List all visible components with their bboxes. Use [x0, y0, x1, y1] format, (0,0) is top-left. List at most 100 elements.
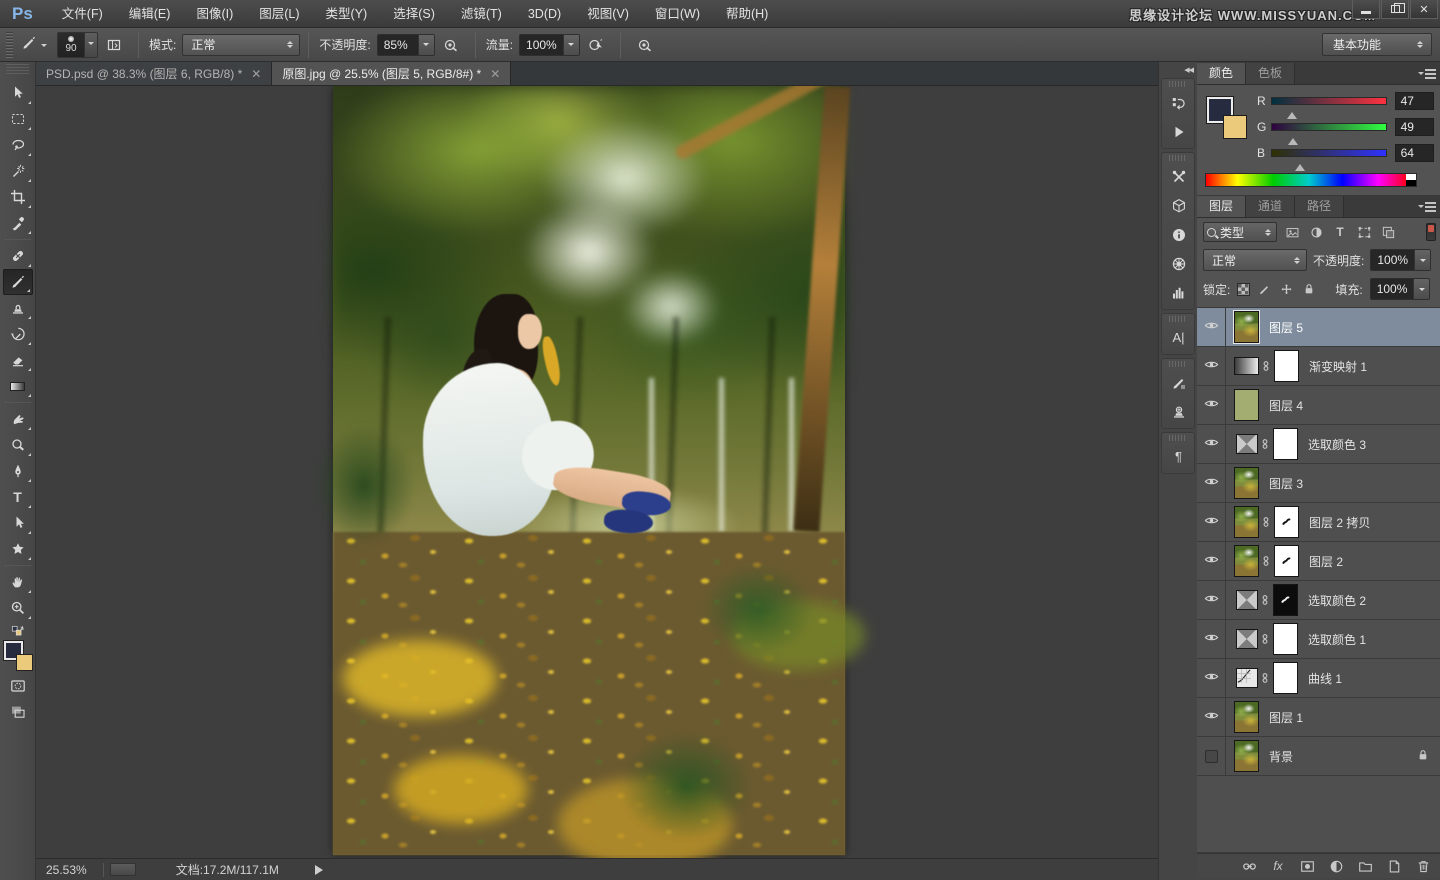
channel-slider[interactable]	[1271, 149, 1387, 157]
new-group-button[interactable]	[1354, 856, 1376, 876]
menu-item-6[interactable]: 选择(S)	[380, 0, 448, 27]
shape-filter-icon[interactable]	[1354, 222, 1374, 242]
close-button[interactable]: ✕	[1410, 0, 1438, 19]
layer-row[interactable]: 图层 2 拷贝	[1197, 503, 1440, 542]
fill-dropdown-arrow[interactable]	[1413, 279, 1429, 299]
layer-mask-thumbnail[interactable]	[1273, 623, 1298, 655]
channel-slider[interactable]	[1271, 123, 1387, 131]
workspace-switcher[interactable]: 基本功能	[1322, 33, 1432, 56]
panel-icon-paragraph[interactable]: ¶	[1162, 442, 1195, 471]
layer-visibility-toggle[interactable]	[1197, 581, 1226, 619]
lasso-tool[interactable]	[3, 132, 33, 158]
restore-button[interactable]	[1381, 0, 1409, 19]
menu-item-3[interactable]: 图像(I)	[183, 0, 246, 27]
screen-mode-button[interactable]	[3, 699, 33, 725]
layer-row[interactable]: 背景	[1197, 737, 1440, 776]
layer-mask-thumbnail[interactable]	[1273, 428, 1298, 460]
layer-thumbnail[interactable]	[1234, 701, 1259, 733]
panel-icon-histogram[interactable]	[1162, 278, 1195, 307]
pen-tool[interactable]	[3, 458, 33, 484]
layer-visibility-toggle[interactable]	[1197, 659, 1226, 697]
gradient-tool[interactable]	[3, 373, 33, 399]
tab-paths[interactable]: 路径	[1295, 196, 1344, 217]
channel-value[interactable]: 49	[1395, 118, 1434, 136]
layer-thumbnail[interactable]	[1236, 590, 1258, 610]
tab-channels[interactable]: 通道	[1246, 196, 1295, 217]
new-layer-button[interactable]	[1383, 856, 1405, 876]
panel-icon-actions[interactable]	[1162, 117, 1195, 146]
layer-visibility-toggle[interactable]	[1197, 542, 1226, 580]
panel-menu-icon[interactable]	[1418, 68, 1436, 80]
history-brush-tool[interactable]	[3, 321, 33, 347]
color-spectrum-ramp[interactable]	[1205, 173, 1417, 187]
menu-item-2[interactable]: 编辑(E)	[116, 0, 184, 27]
adjustment-filter-icon[interactable]	[1306, 222, 1326, 242]
filter-toggle-switch[interactable]	[1426, 223, 1436, 241]
canvas-area[interactable]	[36, 86, 1158, 858]
zoom-tool[interactable]	[3, 595, 33, 621]
layer-row[interactable]: 选取颜色 1	[1197, 620, 1440, 659]
slider-thumb-icon[interactable]	[1295, 159, 1305, 171]
layer-thumbnail[interactable]	[1234, 357, 1259, 375]
eraser-tool[interactable]	[3, 347, 33, 373]
crop-tool[interactable]	[3, 184, 33, 210]
new-adjustment-button[interactable]	[1325, 856, 1347, 876]
layer-filter-kind-select[interactable]: 类型	[1203, 222, 1277, 242]
layer-style-button[interactable]: fx	[1267, 856, 1289, 876]
pressure-size-icon[interactable]	[632, 33, 658, 57]
layer-mask-thumbnail[interactable]	[1273, 662, 1298, 694]
opacity-dropdown-arrow[interactable]	[418, 35, 434, 55]
background-color-swatch[interactable]	[16, 654, 33, 671]
layer-thumbnail[interactable]	[1234, 506, 1259, 538]
layer-blend-mode-select[interactable]: 正常	[1203, 249, 1307, 271]
layer-thumbnail[interactable]	[1236, 434, 1258, 454]
layer-thumbnail[interactable]	[1234, 311, 1259, 343]
panel-icon-history[interactable]	[1162, 88, 1195, 117]
channel-slider[interactable]	[1271, 97, 1387, 105]
menu-item-10[interactable]: 窗口(W)	[642, 0, 713, 27]
hand-tool[interactable]	[3, 569, 33, 595]
panel-icon-clone-source[interactable]	[1162, 397, 1195, 426]
tab-color[interactable]: 颜色	[1197, 63, 1246, 84]
layer-opacity-select[interactable]: 100%	[1370, 249, 1431, 271]
lock-position-icon[interactable]	[1279, 279, 1294, 299]
dodge-tool[interactable]	[3, 432, 33, 458]
layer-visibility-toggle[interactable]	[1197, 347, 1226, 385]
type-tool[interactable]: T	[3, 484, 33, 510]
minimize-button[interactable]	[1352, 0, 1380, 19]
layer-mask-thumbnail[interactable]	[1274, 545, 1299, 577]
layer-row[interactable]: 选取颜色 3	[1197, 425, 1440, 464]
channel-value[interactable]: 47	[1395, 92, 1434, 110]
rect-marquee-tool[interactable]	[3, 106, 33, 132]
menu-item-11[interactable]: 帮助(H)	[713, 0, 781, 27]
menu-item-8[interactable]: 3D(D)	[515, 0, 574, 27]
document-tab-2[interactable]: 原图.jpg @ 25.5% (图层 5, RGB/8#) *✕	[272, 62, 511, 85]
opacity-dropdown-arrow[interactable]	[1414, 250, 1430, 270]
layer-visibility-toggle[interactable]	[1197, 503, 1226, 541]
panel-icon-character[interactable]: A|	[1162, 323, 1195, 352]
tab-swatches[interactable]: 色板	[1246, 63, 1295, 84]
layer-fill-select[interactable]: 100%	[1370, 278, 1431, 300]
tab-close-icon[interactable]: ✕	[490, 67, 500, 81]
slider-thumb-icon[interactable]	[1287, 107, 1297, 119]
pressure-opacity-icon[interactable]	[438, 33, 464, 57]
slider-thumb-icon[interactable]	[1288, 133, 1298, 145]
menu-item-1[interactable]: 文件(F)	[49, 0, 116, 27]
airbrush-icon[interactable]	[583, 33, 609, 57]
layer-mask-thumbnail[interactable]	[1274, 350, 1299, 382]
layer-thumbnail[interactable]	[1236, 629, 1258, 649]
delete-layer-button[interactable]	[1412, 856, 1434, 876]
path-select-tool[interactable]	[3, 510, 33, 536]
clone-stamp-tool[interactable]	[3, 295, 33, 321]
layer-thumbnail[interactable]	[1234, 740, 1259, 772]
zoom-level[interactable]: 25.53%	[36, 863, 97, 877]
smartobject-filter-icon[interactable]	[1378, 222, 1398, 242]
layer-visibility-toggle[interactable]	[1197, 464, 1226, 502]
menu-item-9[interactable]: 视图(V)	[574, 0, 642, 27]
layer-visibility-toggle[interactable]	[1197, 698, 1226, 736]
panel-icon-brush-settings[interactable]	[1162, 368, 1195, 397]
toggle-brush-panel-button[interactable]	[101, 33, 127, 57]
menu-item-7[interactable]: 滤镜(T)	[448, 0, 515, 27]
panel-icon-info[interactable]	[1162, 220, 1195, 249]
layer-thumbnail[interactable]	[1234, 545, 1259, 577]
